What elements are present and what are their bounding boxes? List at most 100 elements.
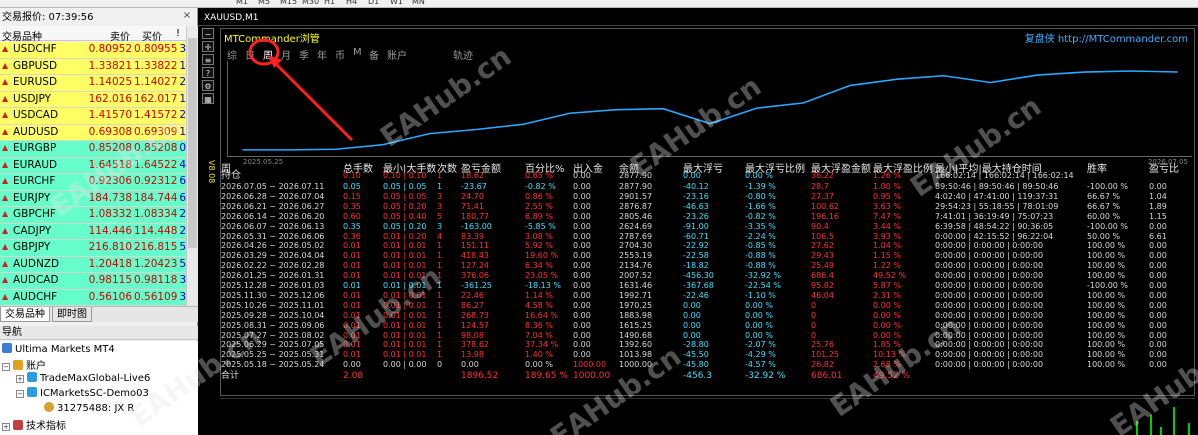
nav-indicators[interactable]: + 技术指标 xyxy=(2,417,66,432)
table-row[interactable]: 2026.03.29 ~ 2026.04.04 0.01 0.01 | 0.01 1 4… xyxy=(221,251,1196,260)
nav-root[interactable]: Ultima Markets MT4 xyxy=(2,343,115,355)
symbol-row[interactable]: ▲ CADJPY 114.446 114.448 2 xyxy=(0,223,186,240)
symbol-name: USDCAD xyxy=(13,109,59,121)
symbol-row[interactable]: ▲ EURUSD 1.14025 1.14027 2 xyxy=(0,75,186,92)
symbol-row[interactable]: ▲ USDCHF 0.80952 0.80955 3 xyxy=(0,42,186,59)
cell-maxdd: -22.58 xyxy=(683,251,709,261)
cell-count: 1 xyxy=(437,320,443,330)
cell-inout: 0.00 xyxy=(573,330,591,340)
ask-price: 1.08334 xyxy=(134,208,178,220)
symbol-row[interactable]: ▲ GBPCHF 1.08332 1.08334 2 xyxy=(0,207,186,224)
crosshair-icon[interactable]: ✛ xyxy=(202,41,214,52)
symbol-row[interactable]: ▲ AUDCAD 0.98115 0.98118 3 xyxy=(0,273,186,290)
timeframe-m15[interactable]: M15 xyxy=(280,0,297,6)
tab-tick-chart[interactable]: 即时图 xyxy=(52,307,92,322)
holding-maxdd: 0.00 xyxy=(683,171,701,180)
menu-tab-0[interactable]: 综 xyxy=(227,47,237,62)
table-row[interactable]: 2025.12.28 ~ 2026.01.03 0.01 0.01 | 0.01 1-… xyxy=(221,281,1196,290)
minus-icon[interactable]: − xyxy=(202,28,214,39)
spread-value: 2 xyxy=(179,208,186,220)
collapse-icon[interactable]: − xyxy=(16,390,24,398)
list-icon[interactable]: ≡ xyxy=(202,54,214,65)
table-row[interactable]: 2026.06.28 ~ 2026.07.04 0.15 0.05 | 0.05 3 2… xyxy=(221,192,1196,201)
menu-tab-5[interactable]: 年 xyxy=(317,47,327,62)
menu-tab-6[interactable]: 币 xyxy=(335,47,345,62)
table-row[interactable]: 2026.06.21 ~ 2026.06.27 0.35 0.05 | 0.20 3 7… xyxy=(221,202,1196,211)
timeframe-h4[interactable]: H4 xyxy=(346,0,357,6)
table-row[interactable]: 2025.11.30 ~ 2025.12.06 0.01 0.01 | 0.01 1 2… xyxy=(221,291,1196,300)
cell-hold: 0:00:00 | 0:00:00 | 0:00:00 xyxy=(935,241,1044,251)
arrow-up-icon: ▲ xyxy=(2,225,9,235)
settings-icon[interactable]: ⚙ xyxy=(202,80,214,91)
nav-account-2[interactable]: − ICMarketsSC-Demo03 xyxy=(16,387,149,399)
symbol-row[interactable]: ▲ GBPJPY 216.810 216.815 5 xyxy=(0,240,186,257)
col-symbol[interactable]: 交易品种 xyxy=(2,28,42,43)
timeframe-m30[interactable]: M30 xyxy=(302,0,319,6)
timeframe-m5[interactable]: M5 xyxy=(258,0,270,6)
spread-value: 2 xyxy=(179,76,186,88)
nav-accounts[interactable]: − 账户 xyxy=(2,357,46,372)
table-row[interactable]: 2026.05.31 ~ 2026.06.06 0.36 0.01 | 0.20 4 8… xyxy=(221,232,1196,241)
navigator-title: 导航 xyxy=(0,326,198,340)
menu-tab-1[interactable]: 日 xyxy=(245,47,255,62)
help-icon[interactable]: ? xyxy=(202,67,214,78)
symbol-row[interactable]: ▲ AUDCHF 0.56106 0.56109 3 xyxy=(0,289,186,306)
cell-pf: 0.00 xyxy=(1149,290,1167,300)
cell-lots: 0.36 xyxy=(343,231,361,241)
symbol-row[interactable]: ▲ USDJPY 162.016 162.017 1 xyxy=(0,91,186,108)
nav-account-2-label: ICMarketsSC-Demo03 xyxy=(40,388,149,399)
panel-title: MTCommander浏管 xyxy=(224,34,320,45)
timeframe-d1[interactable]: D1 xyxy=(368,0,379,6)
expand-icon[interactable]: + xyxy=(16,375,24,383)
cell-maxfppct: 3.93 % xyxy=(873,231,901,241)
cell-maxdd: -60.71 xyxy=(683,231,709,241)
col-ask[interactable]: 买价 xyxy=(142,28,162,43)
symbol-row[interactable]: ▲ GBPUSD 1.33821 1.33822 1 xyxy=(0,58,186,75)
spread-value: 6 xyxy=(179,175,186,187)
tile-icon[interactable]: ▦ xyxy=(202,93,214,104)
menu-tab-4[interactable]: 季 xyxy=(299,47,309,62)
cell-count: 1 xyxy=(437,261,443,271)
cell-inout: 0.00 xyxy=(573,231,591,241)
timeframe-h1[interactable]: H1 xyxy=(324,0,335,6)
menu-tab-8[interactable]: 备 xyxy=(369,47,379,62)
panel-brand[interactable]: 复盘侠 http://MTCommander.com xyxy=(1025,30,1188,45)
scroll-thumb[interactable] xyxy=(188,38,197,248)
table-row[interactable]: 2025.05.25 ~ 2025.05.31 0.01 0.01 | 0.01 1 1… xyxy=(221,350,1196,359)
timeframe-mn[interactable]: MN xyxy=(412,0,425,6)
cell-count: 3 xyxy=(437,221,443,231)
holding-row[interactable]: 持仓 0.10 0.10 | 0.10 1 18.62 0.65 % 0.00 2877.90… xyxy=(221,171,1196,181)
col-bid[interactable]: 卖价 xyxy=(110,28,130,43)
close-icon[interactable]: × xyxy=(181,10,193,22)
table-row[interactable]: 2025.05.18 ~ 2025.05.24 0.00 0.00 | 0.00 0 0… xyxy=(221,360,1196,369)
timeframe-w1[interactable]: W1 xyxy=(390,0,403,6)
menu-tab-3[interactable]: 月 xyxy=(281,47,291,62)
menu-tab-9[interactable]: 账户 xyxy=(387,47,407,62)
table-row[interactable]: 2026.04.26 ~ 2026.05.02 0.01 0.01 | 0.01 1 1… xyxy=(221,241,1196,250)
cell-balance: 1392.60 xyxy=(619,340,653,350)
table-row[interactable]: 2026.06.07 ~ 2026.06.13 0.35 0.05 | 0.20 3 -… xyxy=(221,222,1196,231)
cell-minmax: 0.01 | 0.01 xyxy=(383,241,427,251)
table-row[interactable]: 2026.02.22 ~ 2026.02.28 0.01 0.01 | 0.01 1 1… xyxy=(221,261,1196,270)
table-row[interactable]: 2026.06.14 ~ 2026.06.20 0.60 0.05 | 0.40 5 1… xyxy=(221,212,1196,221)
expand-icon[interactable]: + xyxy=(2,423,10,431)
nav-sub-account[interactable]: 31275488: JX R xyxy=(44,402,134,414)
cell-pnl: -361.25 xyxy=(461,281,492,290)
cell-minmax: 0.05 | 0.20 xyxy=(383,221,427,231)
arrow-up-icon: ▲ xyxy=(2,93,9,103)
menu-tab-7[interactable]: M xyxy=(353,47,362,58)
cell-maxdd: -23.16 xyxy=(683,191,709,201)
table-row[interactable]: 2026.07.05 ~ 2026.07.11 0.05 0.05 | 0.05 1 -… xyxy=(221,182,1196,191)
tab-symbols[interactable]: 交易品种 xyxy=(0,307,50,322)
holding-pnl: 18.62 xyxy=(461,171,484,180)
timeframe-m1[interactable]: M1 xyxy=(236,0,248,6)
cell-pnl: 180.77 xyxy=(461,211,489,221)
cell-balance: 2787.69 xyxy=(619,231,653,241)
market-watch-scrollbar[interactable] xyxy=(186,26,198,306)
collapse-icon[interactable]: − xyxy=(2,363,10,371)
symbol-row[interactable]: ▲ AUDNZD 1.20418 1.20423 5 xyxy=(0,256,186,273)
table-row[interactable]: 2026.01.25 ~ 2026.01.31 0.01 0.01 | 0.01 1 3… xyxy=(221,271,1196,280)
nav-account-1[interactable]: + TradeMaxGlobal-Live6 xyxy=(16,372,150,384)
menu-tab-2[interactable]: 周 xyxy=(263,47,273,62)
col-spread[interactable]: ! xyxy=(176,28,180,39)
